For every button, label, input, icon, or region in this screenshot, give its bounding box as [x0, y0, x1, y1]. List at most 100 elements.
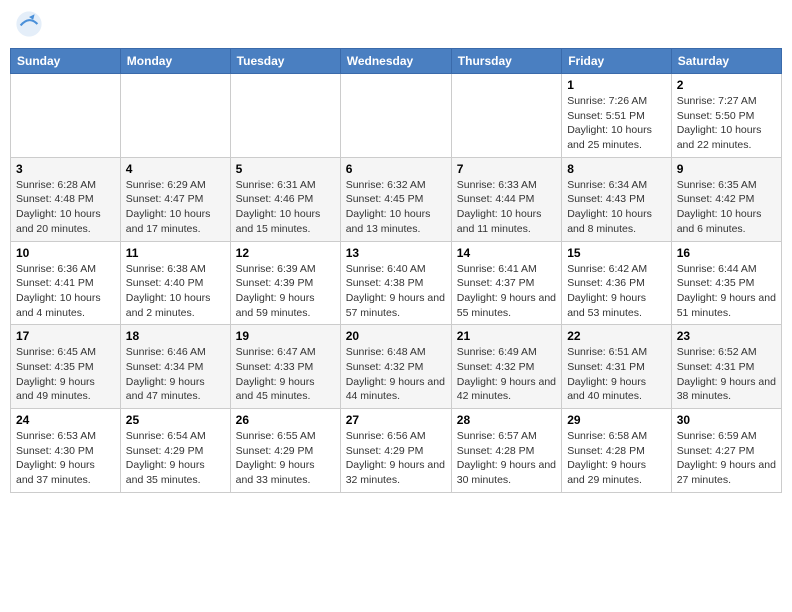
- day-info: Sunrise: 6:34 AM Sunset: 4:43 PM Dayligh…: [567, 178, 666, 237]
- day-number: 11: [126, 246, 225, 260]
- day-info: Sunrise: 6:35 AM Sunset: 4:42 PM Dayligh…: [677, 178, 776, 237]
- day-number: 21: [457, 329, 556, 343]
- day-info: Sunrise: 6:46 AM Sunset: 4:34 PM Dayligh…: [126, 345, 225, 404]
- calendar-cell: 20 Sunrise: 6:48 AM Sunset: 4:32 PM Dayli…: [340, 325, 451, 409]
- weekday-header-thursday: Thursday: [451, 49, 561, 74]
- day-number: 4: [126, 162, 225, 176]
- day-info: Sunrise: 6:36 AM Sunset: 4:41 PM Dayligh…: [16, 262, 115, 321]
- weekday-header-friday: Friday: [562, 49, 672, 74]
- weekday-header-saturday: Saturday: [671, 49, 781, 74]
- day-number: 6: [346, 162, 446, 176]
- day-info: Sunrise: 7:26 AM Sunset: 5:51 PM Dayligh…: [567, 94, 666, 153]
- calendar-cell: 18 Sunrise: 6:46 AM Sunset: 4:34 PM Dayli…: [120, 325, 230, 409]
- calendar-cell: [451, 74, 561, 158]
- day-info: Sunrise: 6:29 AM Sunset: 4:47 PM Dayligh…: [126, 178, 225, 237]
- day-number: 28: [457, 413, 556, 427]
- calendar-cell: 28 Sunrise: 6:57 AM Sunset: 4:28 PM Dayli…: [451, 409, 561, 493]
- day-number: 3: [16, 162, 115, 176]
- page-header: [10, 10, 782, 38]
- calendar-cell: 6 Sunrise: 6:32 AM Sunset: 4:45 PM Daylig…: [340, 157, 451, 241]
- day-info: Sunrise: 6:53 AM Sunset: 4:30 PM Dayligh…: [16, 429, 115, 488]
- day-info: Sunrise: 6:41 AM Sunset: 4:37 PM Dayligh…: [457, 262, 556, 321]
- day-info: Sunrise: 6:52 AM Sunset: 4:31 PM Dayligh…: [677, 345, 776, 404]
- day-info: Sunrise: 6:33 AM Sunset: 4:44 PM Dayligh…: [457, 178, 556, 237]
- day-info: Sunrise: 6:42 AM Sunset: 4:36 PM Dayligh…: [567, 262, 666, 321]
- day-info: Sunrise: 6:31 AM Sunset: 4:46 PM Dayligh…: [236, 178, 335, 237]
- calendar-cell: 11 Sunrise: 6:38 AM Sunset: 4:40 PM Dayli…: [120, 241, 230, 325]
- day-number: 18: [126, 329, 225, 343]
- calendar-cell: [340, 74, 451, 158]
- calendar-cell: 3 Sunrise: 6:28 AM Sunset: 4:48 PM Daylig…: [11, 157, 121, 241]
- day-number: 25: [126, 413, 225, 427]
- day-number: 2: [677, 78, 776, 92]
- calendar-cell: 19 Sunrise: 6:47 AM Sunset: 4:33 PM Dayli…: [230, 325, 340, 409]
- logo-icon: [15, 10, 43, 38]
- calendar-cell: 16 Sunrise: 6:44 AM Sunset: 4:35 PM Dayli…: [671, 241, 781, 325]
- day-number: 9: [677, 162, 776, 176]
- calendar-table: SundayMondayTuesdayWednesdayThursdayFrid…: [10, 48, 782, 493]
- day-info: Sunrise: 6:58 AM Sunset: 4:28 PM Dayligh…: [567, 429, 666, 488]
- day-info: Sunrise: 6:39 AM Sunset: 4:39 PM Dayligh…: [236, 262, 335, 321]
- calendar-cell: [11, 74, 121, 158]
- calendar-cell: 29 Sunrise: 6:58 AM Sunset: 4:28 PM Dayli…: [562, 409, 672, 493]
- day-number: 26: [236, 413, 335, 427]
- logo: [15, 10, 47, 38]
- day-number: 24: [16, 413, 115, 427]
- day-number: 5: [236, 162, 335, 176]
- calendar-cell: 2 Sunrise: 7:27 AM Sunset: 5:50 PM Daylig…: [671, 74, 781, 158]
- calendar-cell: 13Sunrise: 6:40 AM Sunset: 4:38 PM Dayli…: [340, 241, 451, 325]
- day-number: 10: [16, 246, 115, 260]
- calendar-cell: 25Sunrise: 6:54 AM Sunset: 4:29 PM Dayli…: [120, 409, 230, 493]
- calendar-cell: 22Sunrise: 6:51 AM Sunset: 4:31 PM Dayli…: [562, 325, 672, 409]
- day-number: 29: [567, 413, 666, 427]
- calendar-cell: 17 Sunrise: 6:45 AM Sunset: 4:35 PM Dayli…: [11, 325, 121, 409]
- calendar-cell: 15Sunrise: 6:42 AM Sunset: 4:36 PM Dayli…: [562, 241, 672, 325]
- calendar-cell: 9 Sunrise: 6:35 AM Sunset: 4:42 PM Daylig…: [671, 157, 781, 241]
- calendar-cell: 7 Sunrise: 6:33 AM Sunset: 4:44 PM Daylig…: [451, 157, 561, 241]
- day-info: Sunrise: 6:44 AM Sunset: 4:35 PM Dayligh…: [677, 262, 776, 321]
- day-number: 23: [677, 329, 776, 343]
- day-number: 27: [346, 413, 446, 427]
- calendar-cell: 10 Sunrise: 6:36 AM Sunset: 4:41 PM Dayli…: [11, 241, 121, 325]
- day-number: 1: [567, 78, 666, 92]
- calendar-cell: 21 Sunrise: 6:49 AM Sunset: 4:32 PM Dayli…: [451, 325, 561, 409]
- day-number: 30: [677, 413, 776, 427]
- day-info: Sunrise: 6:28 AM Sunset: 4:48 PM Dayligh…: [16, 178, 115, 237]
- day-info: Sunrise: 6:57 AM Sunset: 4:28 PM Dayligh…: [457, 429, 556, 488]
- weekday-header-sunday: Sunday: [11, 49, 121, 74]
- day-info: Sunrise: 6:40 AM Sunset: 4:38 PM Dayligh…: [346, 262, 446, 321]
- calendar-cell: 4 Sunrise: 6:29 AM Sunset: 4:47 PM Daylig…: [120, 157, 230, 241]
- day-info: Sunrise: 6:32 AM Sunset: 4:45 PM Dayligh…: [346, 178, 446, 237]
- day-info: Sunrise: 6:48 AM Sunset: 4:32 PM Dayligh…: [346, 345, 446, 404]
- day-number: 20: [346, 329, 446, 343]
- day-info: Sunrise: 6:38 AM Sunset: 4:40 PM Dayligh…: [126, 262, 225, 321]
- calendar-cell: 26Sunrise: 6:55 AM Sunset: 4:29 PM Dayli…: [230, 409, 340, 493]
- day-number: 12: [236, 246, 335, 260]
- day-info: Sunrise: 6:49 AM Sunset: 4:32 PM Dayligh…: [457, 345, 556, 404]
- calendar-cell: 5 Sunrise: 6:31 AM Sunset: 4:46 PM Daylig…: [230, 157, 340, 241]
- day-number: 17: [16, 329, 115, 343]
- calendar-cell: [230, 74, 340, 158]
- weekday-header-monday: Monday: [120, 49, 230, 74]
- calendar-cell: 30 Sunrise: 6:59 AM Sunset: 4:27 PM Dayli…: [671, 409, 781, 493]
- calendar-cell: 8 Sunrise: 6:34 AM Sunset: 4:43 PM Daylig…: [562, 157, 672, 241]
- calendar-cell: 14 Sunrise: 6:41 AM Sunset: 4:37 PM Dayli…: [451, 241, 561, 325]
- weekday-header-wednesday: Wednesday: [340, 49, 451, 74]
- day-info: Sunrise: 6:47 AM Sunset: 4:33 PM Dayligh…: [236, 345, 335, 404]
- calendar-cell: 27 Sunrise: 6:56 AM Sunset: 4:29 PM Dayli…: [340, 409, 451, 493]
- calendar-cell: 24 Sunrise: 6:53 AM Sunset: 4:30 PM Dayli…: [11, 409, 121, 493]
- calendar-cell: 12 Sunrise: 6:39 AM Sunset: 4:39 PM Dayli…: [230, 241, 340, 325]
- day-number: 14: [457, 246, 556, 260]
- calendar-cell: 23 Sunrise: 6:52 AM Sunset: 4:31 PM Dayli…: [671, 325, 781, 409]
- day-info: Sunrise: 6:59 AM Sunset: 4:27 PM Dayligh…: [677, 429, 776, 488]
- day-info: Sunrise: 7:27 AM Sunset: 5:50 PM Dayligh…: [677, 94, 776, 153]
- day-number: 19: [236, 329, 335, 343]
- calendar-cell: [120, 74, 230, 158]
- day-info: Sunrise: 6:45 AM Sunset: 4:35 PM Dayligh…: [16, 345, 115, 404]
- day-number: 16: [677, 246, 776, 260]
- day-info: Sunrise: 6:51 AM Sunset: 4:31 PM Dayligh…: [567, 345, 666, 404]
- day-info: Sunrise: 6:56 AM Sunset: 4:29 PM Dayligh…: [346, 429, 446, 488]
- calendar-cell: 1 Sunrise: 7:26 AM Sunset: 5:51 PM Daylig…: [562, 74, 672, 158]
- day-number: 8: [567, 162, 666, 176]
- day-number: 7: [457, 162, 556, 176]
